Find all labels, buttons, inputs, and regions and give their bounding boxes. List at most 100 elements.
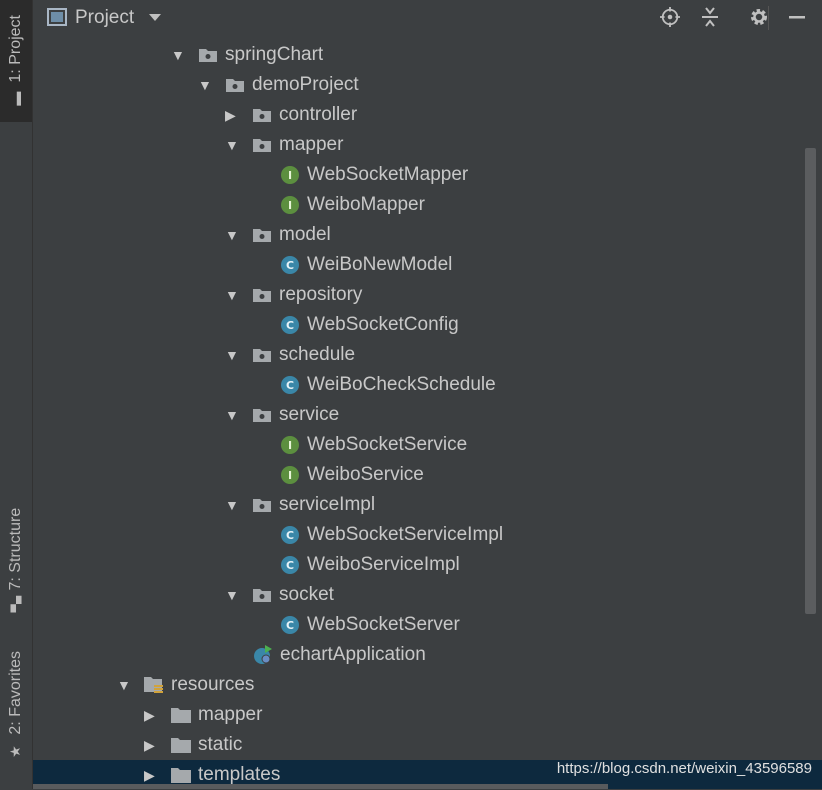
tree-node-repository[interactable]: ▼ repository [225, 280, 362, 310]
node-label: service [279, 404, 340, 425]
tree-node-WeiboMapper[interactable]: I WeiboMapper [279, 190, 425, 220]
tree-node-resources[interactable]: ▼ resources [117, 670, 254, 700]
node-label: WeiboService [307, 464, 424, 485]
tree-node-resources-mapper[interactable]: ▶ mapper [144, 700, 262, 730]
tree-node-static[interactable]: ▶ static [144, 730, 242, 760]
watermark: https://blog.csdn.net/weixin_43596589 [556, 760, 812, 777]
panel-title[interactable]: Project [75, 7, 134, 29]
class-icon: C [279, 314, 301, 336]
tree-node-schedule[interactable]: ▼ schedule [225, 340, 355, 370]
minimize-icon[interactable] [787, 7, 807, 27]
class-icon: C [279, 524, 301, 546]
tree-node-service[interactable]: ▼ service [225, 400, 339, 430]
tree-node-springChart[interactable]: ▼ springChart [171, 40, 323, 70]
expanded-arrow-icon[interactable]: ▼ [225, 400, 251, 430]
expanded-arrow-icon[interactable]: ▼ [225, 580, 251, 610]
collapse-all-icon[interactable] [700, 7, 720, 27]
favorites-tab-label: 2: Favorites [7, 651, 24, 735]
star-icon: ★ [8, 742, 24, 759]
folder-icon [170, 704, 192, 726]
structure-tool-tab[interactable]: ▞ 7: Structure [0, 498, 32, 620]
locate-icon[interactable] [660, 7, 680, 27]
expanded-arrow-icon[interactable]: ▼ [171, 40, 197, 70]
tree-node-WebSocketMapper[interactable]: I WebSocketMapper [279, 160, 468, 190]
node-label: model [279, 224, 331, 245]
interface-icon: I [279, 464, 301, 486]
project-tab-label: 1: Project [7, 15, 24, 83]
project-tool-tab[interactable]: ▬ 1: Project [0, 0, 32, 122]
gear-icon[interactable] [749, 7, 769, 27]
node-label: socket [279, 584, 334, 605]
tree-node-WebSocketService[interactable]: I WebSocketService [279, 430, 467, 460]
interface-icon: I [279, 434, 301, 456]
package-folder-icon [251, 584, 273, 606]
tree-node-socket[interactable]: ▼ socket [225, 580, 334, 610]
package-folder-icon [251, 224, 273, 246]
interface-icon: I [279, 194, 301, 216]
package-folder-icon [251, 404, 273, 426]
tree-node-WebSocketServer[interactable]: C WebSocketServer [279, 610, 460, 640]
interface-icon: I [279, 164, 301, 186]
node-label: controller [279, 104, 358, 125]
tree-node-controller[interactable]: ▶ controller [225, 100, 357, 130]
node-label: schedule [279, 344, 356, 365]
node-label: WeiBoCheckSchedule [307, 374, 496, 395]
class-icon: C [279, 554, 301, 576]
horizontal-scrollbar[interactable] [33, 784, 608, 789]
expanded-arrow-icon[interactable]: ▼ [225, 220, 251, 250]
node-label: serviceImpl [279, 494, 376, 515]
node-label: WebSocketMapper [307, 164, 469, 185]
node-label: WebSocketServiceImpl [307, 524, 504, 545]
package-folder-icon [251, 134, 273, 156]
expanded-arrow-icon[interactable]: ▼ [117, 670, 143, 700]
class-icon: C [279, 254, 301, 276]
tree-node-WeiboService[interactable]: I WeiboService [279, 460, 424, 490]
project-panel-header: Project [33, 0, 822, 36]
node-label: resources [171, 674, 255, 695]
tree-node-WeiBoCheckSchedule[interactable]: C WeiBoCheckSchedule [279, 370, 496, 400]
expanded-arrow-icon[interactable]: ▼ [225, 280, 251, 310]
package-folder-icon [251, 284, 273, 306]
spring-boot-class-icon [252, 644, 274, 666]
node-label: repository [279, 284, 363, 305]
collapsed-arrow-icon[interactable]: ▶ [225, 100, 251, 130]
node-label: demoProject [252, 74, 359, 95]
node-label: WebSocketConfig [307, 314, 459, 335]
project-view-icon [47, 7, 67, 27]
collapsed-arrow-icon[interactable]: ▶ [144, 730, 170, 760]
node-label: WebSocketService [307, 434, 468, 455]
tree-node-serviceImpl[interactable]: ▼ serviceImpl [225, 490, 375, 520]
favorites-tool-tab[interactable]: ★ 2: Favorites [0, 645, 32, 765]
folder-icon: ▬ [8, 90, 24, 107]
dropdown-icon[interactable] [145, 7, 165, 27]
package-folder-icon [224, 74, 246, 96]
folder-icon [170, 734, 192, 756]
expanded-arrow-icon[interactable]: ▼ [225, 340, 251, 370]
tree-node-demoProject[interactable]: ▼ demoProject [198, 70, 359, 100]
resources-folder-icon [143, 674, 165, 696]
tree-node-model[interactable]: ▼ model [225, 220, 331, 250]
tree-node-WeiBoNewModel[interactable]: C WeiBoNewModel [279, 250, 452, 280]
tree-node-mapper[interactable]: ▼ mapper [225, 130, 343, 160]
collapsed-arrow-icon[interactable]: ▶ [144, 700, 170, 730]
vertical-scrollbar[interactable] [805, 148, 816, 614]
class-icon: C [279, 614, 301, 636]
tree-node-echartApplication[interactable]: echartApplication [252, 640, 426, 670]
node-label: templates [198, 764, 281, 785]
tree-node-WeiboServiceImpl[interactable]: C WeiboServiceImpl [279, 550, 460, 580]
expanded-arrow-icon[interactable]: ▼ [225, 130, 251, 160]
tree-node-WebSocketServiceImpl[interactable]: C WebSocketServiceImpl [279, 520, 503, 550]
expanded-arrow-icon[interactable]: ▼ [198, 70, 224, 100]
package-folder-icon [251, 494, 273, 516]
node-label: WeiboServiceImpl [307, 554, 460, 575]
node-label: WeiBoNewModel [307, 254, 453, 275]
class-icon: C [279, 374, 301, 396]
node-label: mapper [279, 134, 344, 155]
folder-icon [170, 764, 192, 786]
structure-tab-label: 7: Structure [7, 508, 24, 591]
expanded-arrow-icon[interactable]: ▼ [225, 490, 251, 520]
node-label: WeiboMapper [307, 194, 425, 215]
structure-icon: ▞ [10, 596, 22, 613]
tool-window-strip: ▬ 1: Project ▞ 7: Structure ★ 2: Favorit… [0, 0, 33, 789]
tree-node-WebSocketConfig[interactable]: C WebSocketConfig [279, 310, 459, 340]
